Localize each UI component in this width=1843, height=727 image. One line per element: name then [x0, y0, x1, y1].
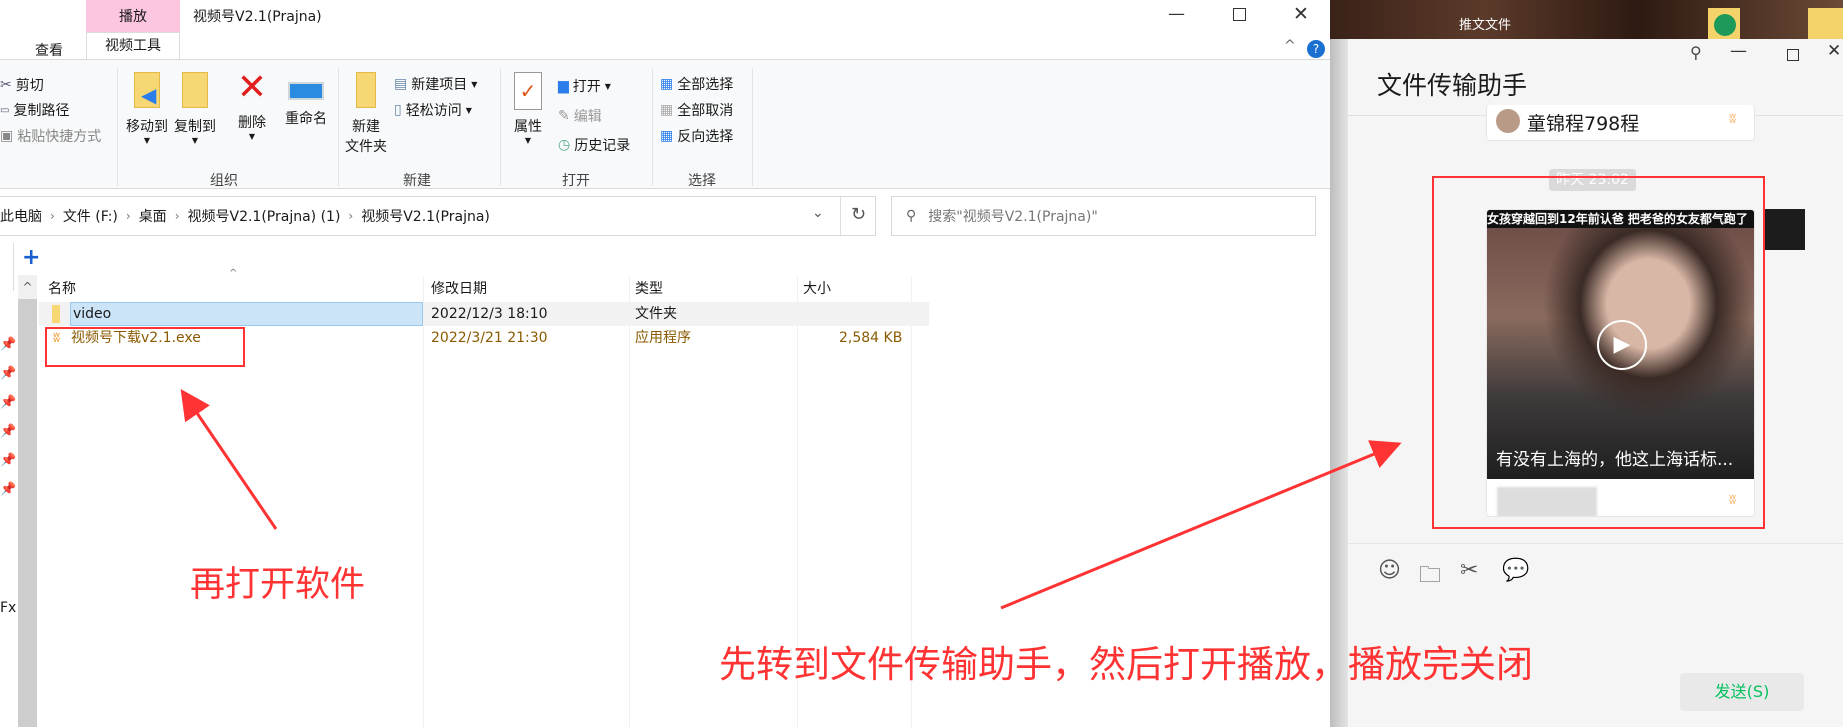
arrow-to-video [1000, 440, 1402, 610]
annotation-arrows [180, 389, 1402, 610]
arrow-to-exe [180, 389, 278, 530]
